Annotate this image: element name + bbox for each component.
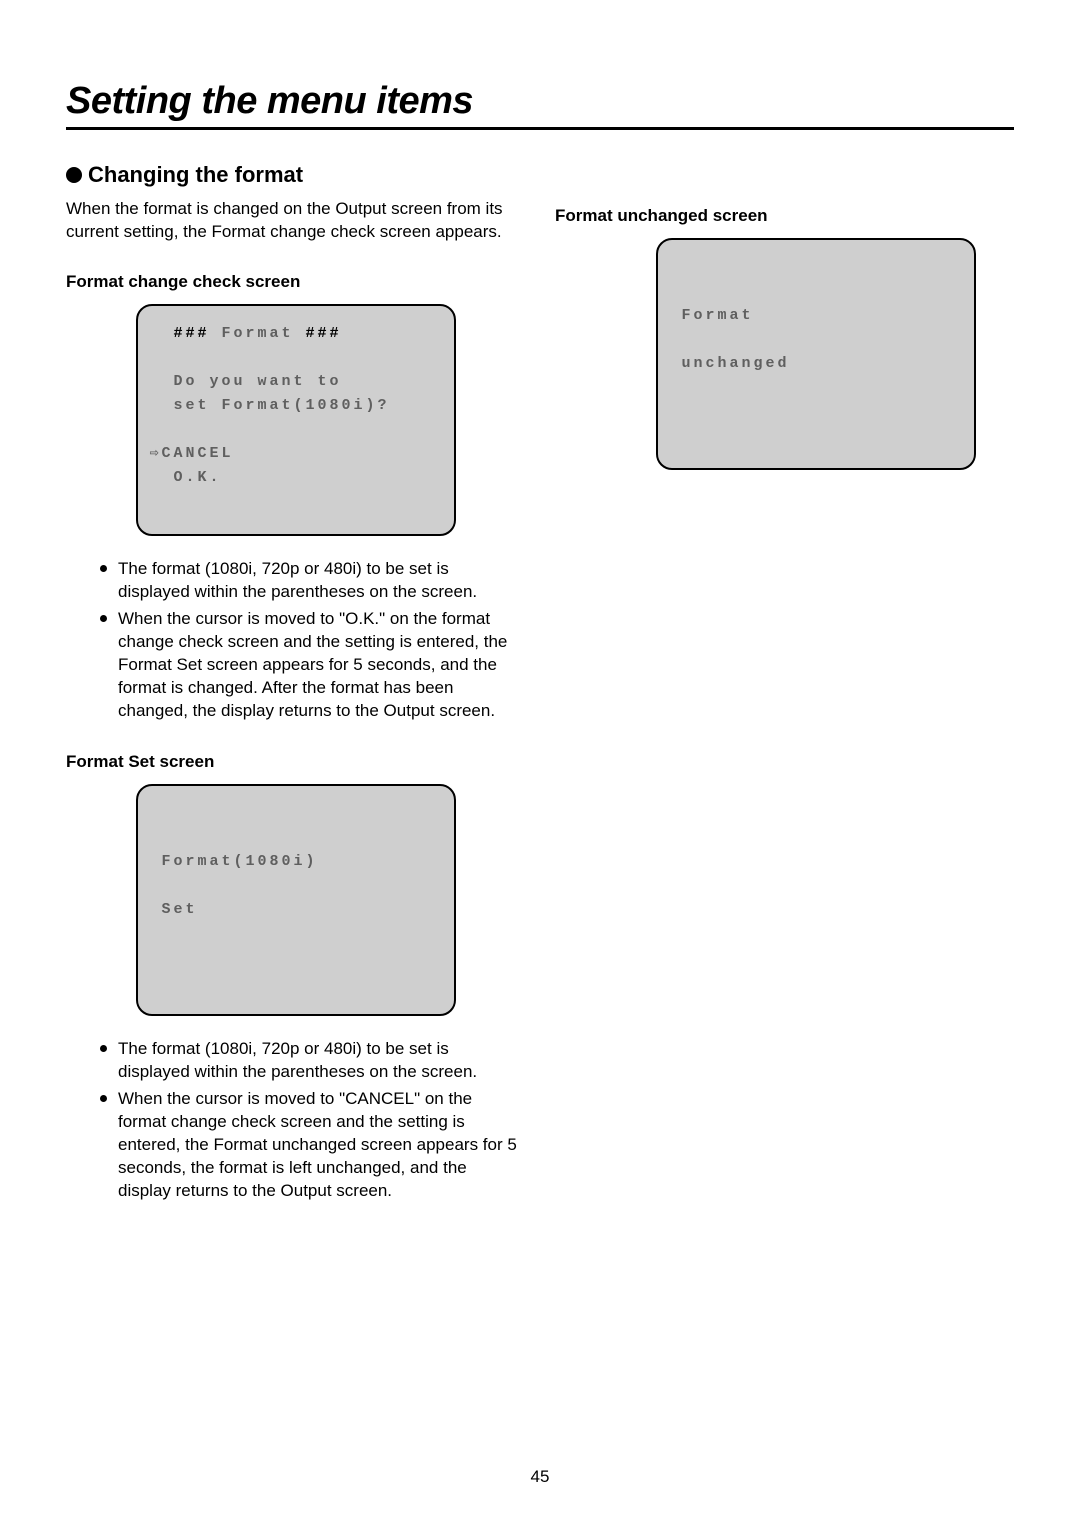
s1-hash-left: ###	[174, 325, 210, 342]
list-item: When the cursor is moved to "O.K." on th…	[100, 608, 517, 723]
manual-page: Setting the menu items Changing the form…	[0, 0, 1080, 1527]
list-item: The format (1080i, 720p or 480i) to be s…	[100, 558, 517, 604]
page-number: 45	[0, 1467, 1080, 1487]
format-unchanged-heading: Format unchanged screen	[555, 206, 1014, 226]
list-item: The format (1080i, 720p or 480i) to be s…	[100, 1038, 517, 1084]
bullets-after-screen1: The format (1080i, 720p or 480i) to be s…	[66, 558, 525, 723]
section-heading: Changing the format	[66, 162, 1014, 188]
format-set-screen-wrap: Format(1080i) Set	[66, 784, 525, 1016]
s1-l3: Do you want to	[150, 373, 342, 390]
format-unchanged-screen: Format unchanged	[656, 238, 976, 470]
intro-paragraph: When the format is changed on the Output…	[66, 198, 525, 244]
left-column: When the format is changed on the Output…	[66, 198, 525, 1233]
s1-l7: O.K.	[150, 469, 222, 486]
section-heading-text: Changing the format	[88, 162, 303, 188]
format-change-check-heading: Format change check screen	[66, 272, 525, 292]
bullets-after-screen2: The format (1080i, 720p or 480i) to be s…	[66, 1038, 525, 1203]
s1-l1a	[150, 325, 174, 342]
bullet-icon	[66, 167, 82, 183]
right-column: Format unchanged screen Format unchanged	[555, 198, 1014, 1233]
format-unchanged-screen-wrap: Format unchanged	[555, 238, 1014, 470]
s1-l4: set Format(1080i)?	[150, 397, 390, 414]
s1-l6: ⇨CANCEL	[150, 445, 234, 462]
format-change-check-screen-wrap: ### Format ### Do you want to set Format…	[66, 304, 525, 536]
format-set-screen: Format(1080i) Set	[136, 784, 456, 1016]
s1-hash-right: ###	[306, 325, 342, 342]
two-column-layout: When the format is changed on the Output…	[66, 198, 1014, 1233]
page-title: Setting the menu items	[66, 80, 1014, 130]
list-item: When the cursor is moved to "CANCEL" on …	[100, 1088, 517, 1203]
format-change-check-screen: ### Format ### Do you want to set Format…	[136, 304, 456, 536]
format-set-heading: Format Set screen	[66, 752, 525, 772]
s1-l1c: Format	[210, 325, 306, 342]
